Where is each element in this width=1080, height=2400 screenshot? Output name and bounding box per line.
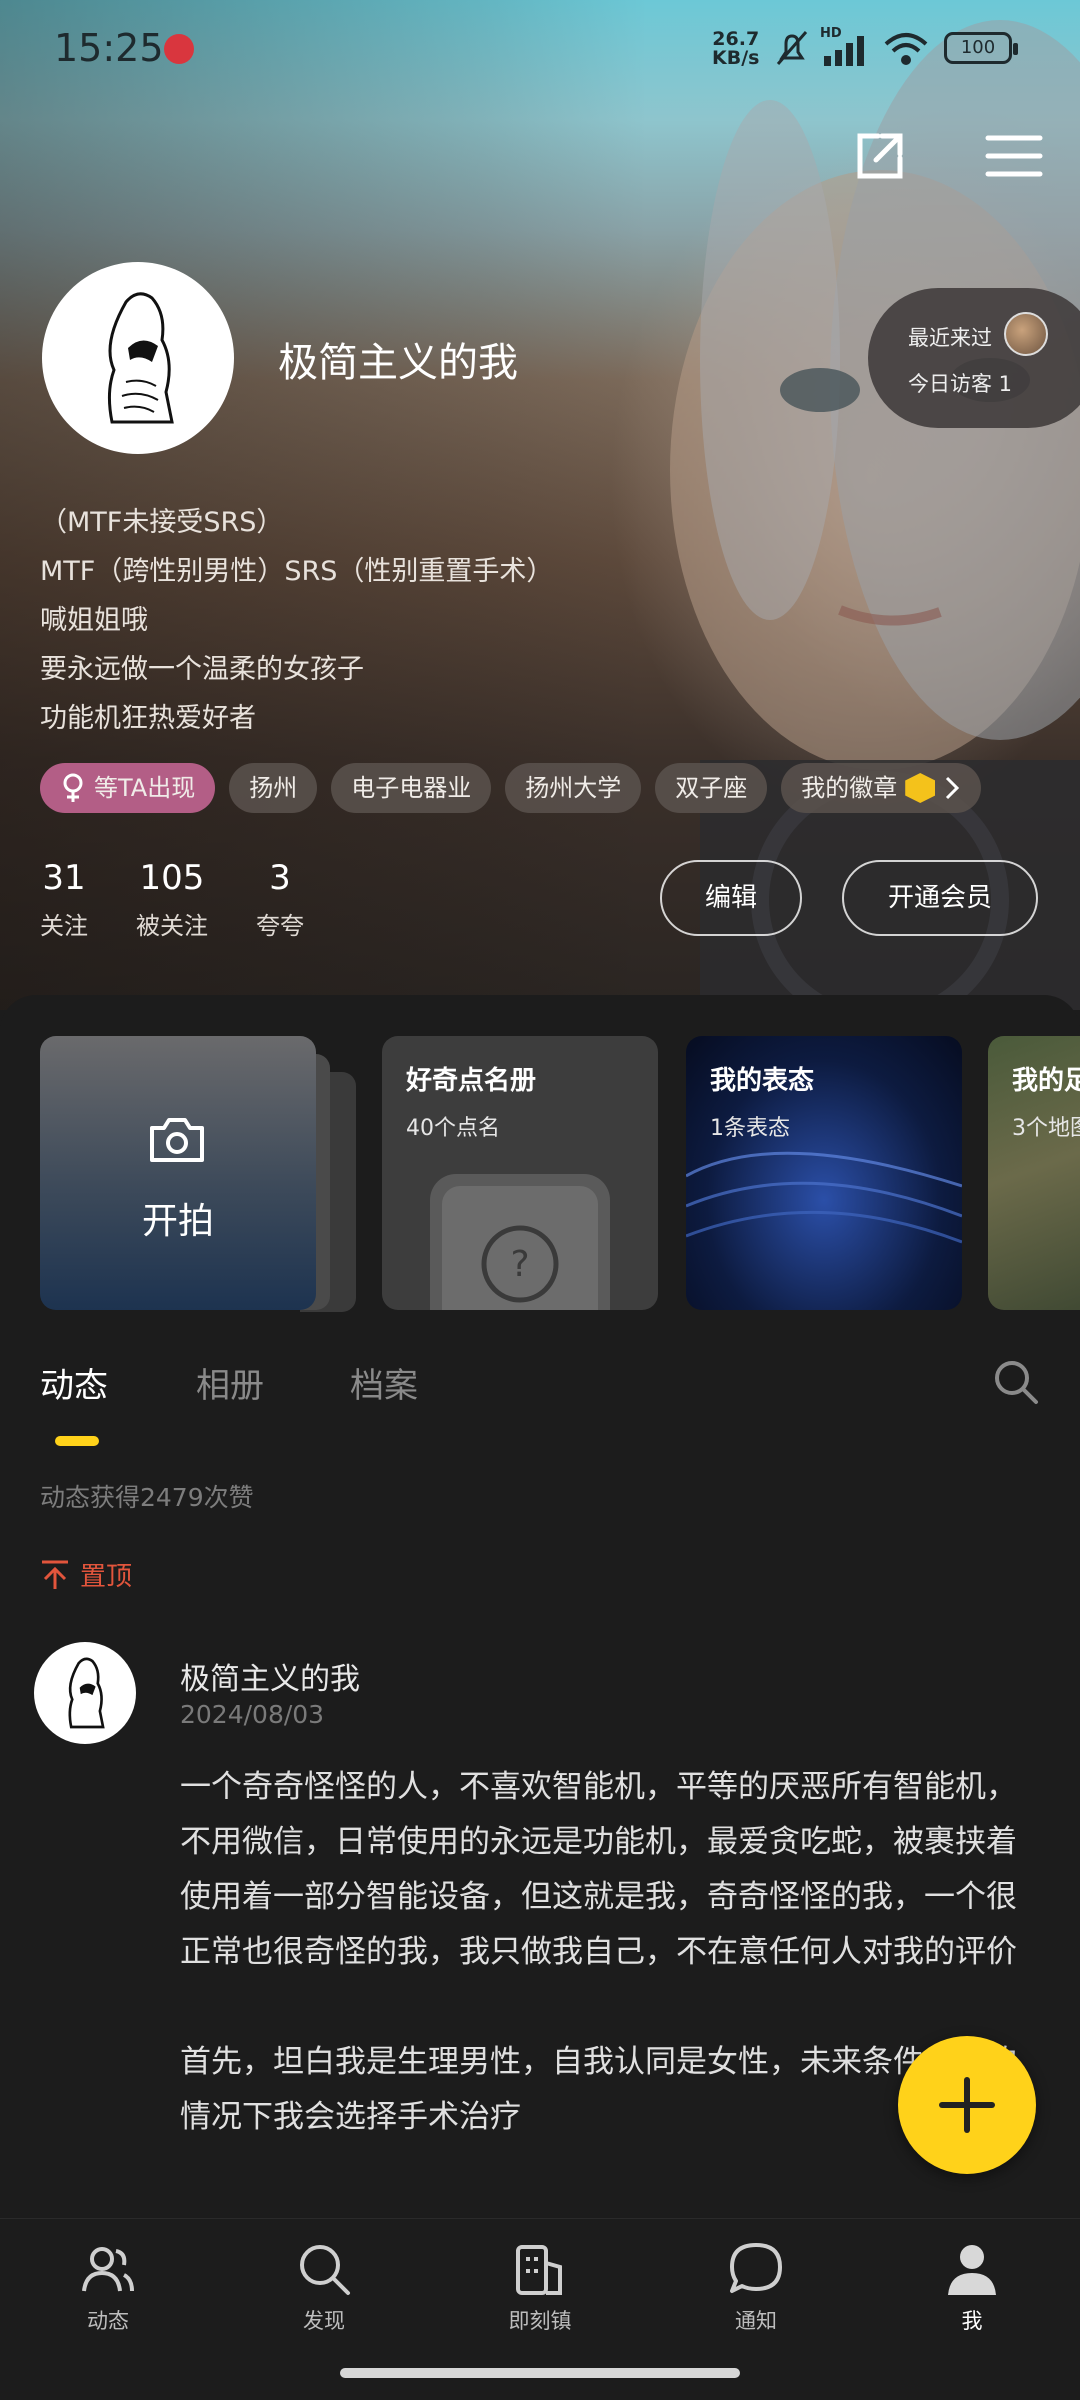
status-bar: 15:25 26.7 KB/s HD 100: [0, 0, 1080, 96]
plus-icon: [939, 2077, 995, 2133]
bio-line: 功能机狂热爱好者: [40, 703, 256, 734]
card-shoot[interactable]: 开拍: [40, 1036, 316, 1310]
nav-me[interactable]: 我: [912, 2239, 1032, 2335]
carrier-icon: [164, 34, 194, 64]
nav-feed[interactable]: 动态: [48, 2239, 168, 2335]
building-icon: [516, 2245, 562, 2295]
recent-visitors[interactable]: 最近来过 今日访客 1: [868, 288, 1080, 428]
tag-zodiac[interactable]: 双子座: [655, 763, 768, 813]
tab-album[interactable]: 相册: [196, 1358, 264, 1407]
battery-indicator: 100: [944, 32, 1018, 64]
bio-line: （MTF未接受SRS）: [40, 507, 284, 538]
discover-search-icon: [300, 2245, 350, 2295]
chevron-right-icon: [946, 776, 960, 800]
bio-line: MTF（跨性别男性）SRS（性别重置手术）: [40, 556, 554, 587]
post-author-avatar[interactable]: [34, 1642, 136, 1744]
search-icon[interactable]: [992, 1358, 1040, 1406]
today-visitors-label: 今日访客 1: [908, 372, 1013, 396]
badge-icon: [905, 773, 936, 803]
pinned-label: 置顶: [40, 1556, 132, 1593]
menu-icon[interactable]: [982, 124, 1046, 188]
signal-icon: [824, 36, 864, 66]
card-my-stances[interactable]: 我的表态 1条表态: [686, 1036, 962, 1310]
visitor-avatar: [1004, 312, 1048, 356]
create-post-button[interactable]: [898, 2036, 1036, 2174]
status-time: 15:25: [54, 26, 164, 70]
profile-nickname: 极简主义的我: [278, 340, 518, 386]
profile-bio: （MTF未接受SRS） MTF（跨性别男性）SRS（性别重置手术） 喊姐姐哦 要…: [40, 498, 740, 743]
person-icon: [948, 2245, 996, 2295]
mute-bell-icon: [776, 31, 808, 65]
profile-tags: 等TA出现 扬州 电子电器业 扬州大学 双子座 我的徽章: [40, 763, 982, 815]
post-author-name[interactable]: 极简主义的我: [180, 1654, 360, 1698]
svg-text:?: ?: [510, 1244, 529, 1285]
camera-icon: [150, 1118, 204, 1162]
feature-cards: 开拍 好奇点名册 40个点名 ? 我的表态 1条表态 我的足 3个地图: [0, 1036, 1080, 1312]
nav-town[interactable]: 即刻镇: [480, 2239, 600, 2335]
profile-avatar[interactable]: [42, 262, 234, 454]
stat-praises[interactable]: 3 夸夸: [256, 858, 304, 941]
tag-school[interactable]: 扬州大学: [505, 763, 642, 813]
profile-stats: 31 关注 105 被关注 3 夸夸: [40, 858, 352, 941]
tag-waiting[interactable]: 等TA出现: [40, 763, 216, 813]
post-paragraph: 一个奇奇怪怪的人，不喜欢智能机，平等的厌恶所有智能机，不用微信，日常使用的永远是…: [180, 1769, 1017, 1970]
bio-line: 喊姐姐哦: [40, 605, 148, 636]
home-indicator[interactable]: [340, 2368, 740, 2378]
tab-posts[interactable]: 动态: [40, 1358, 108, 1407]
post-date: 2024/08/03: [180, 1700, 325, 1729]
people-icon: [82, 2247, 134, 2292]
vip-button[interactable]: 开通会员: [842, 860, 1038, 936]
share-icon[interactable]: [848, 124, 912, 188]
chat-bubble-icon: [730, 2243, 782, 2293]
pin-top-icon: [42, 1560, 68, 1589]
tab-archive[interactable]: 档案: [350, 1358, 418, 1407]
lightbulb-badge-icon: ?: [430, 1174, 610, 1310]
recent-visitors-label: 最近来过: [908, 326, 992, 350]
nav-notifications[interactable]: 通知: [696, 2239, 816, 2335]
nav-discover[interactable]: 发现: [264, 2239, 384, 2335]
stat-following[interactable]: 31 关注: [40, 858, 88, 941]
network-speed: 26.7 KB/s: [712, 28, 760, 69]
card-shoot-label: 开拍: [141, 1201, 214, 1242]
tag-city[interactable]: 扬州: [229, 763, 318, 813]
wifi-icon: [884, 33, 928, 65]
card-curious-roster[interactable]: 好奇点名册 40个点名 ?: [382, 1036, 658, 1310]
stat-followers[interactable]: 105 被关注: [136, 858, 208, 941]
tag-badges[interactable]: 我的徽章: [781, 763, 982, 813]
active-tab-indicator: [55, 1436, 99, 1446]
female-icon: [63, 773, 83, 802]
card-my-footprints[interactable]: 我的足 3个地图: [988, 1036, 1080, 1310]
likes-summary: 动态获得2479次赞: [40, 1483, 254, 1512]
bio-line: 要永远做一个温柔的女孩子: [40, 654, 364, 685]
profile-tabs: 动态 相册 档案: [0, 1350, 1080, 1450]
edit-profile-button[interactable]: 编辑: [660, 860, 802, 936]
tag-industry[interactable]: 电子电器业: [331, 763, 492, 813]
